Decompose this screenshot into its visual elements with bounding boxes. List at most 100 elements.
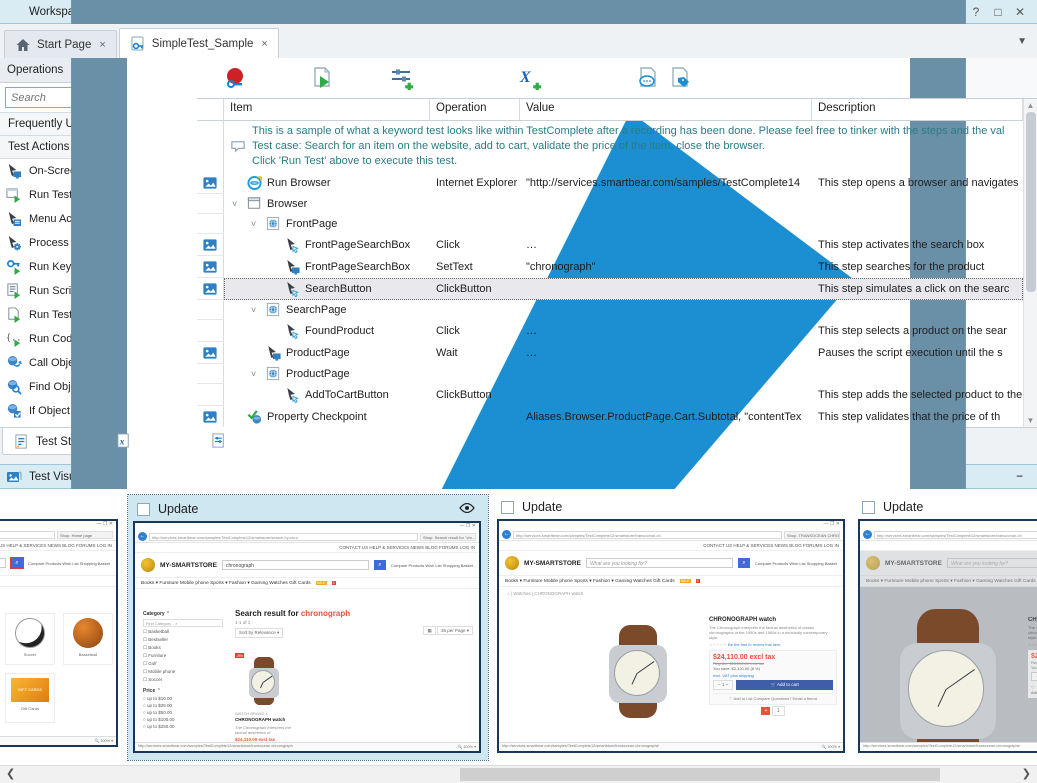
cursor-menu-icon xyxy=(6,211,22,227)
visualizer-frame-product-dimmed[interactable]: Update— ❐ ✕←http://services.smartbear.co… xyxy=(858,495,1037,757)
mini-search-button: ⌕ xyxy=(738,558,750,568)
image-icon[interactable] xyxy=(202,345,218,361)
mini-search-box: What are you looking for? xyxy=(586,558,733,568)
eye-icon[interactable] xyxy=(459,502,479,516)
svg-text:{..}: {..} xyxy=(6,332,22,342)
object-if-icon xyxy=(6,403,22,419)
chevron-down-icon[interactable]: ˅ xyxy=(251,219,261,229)
mini-product-info: CHRONOThe Chronog...chronograph...style.… xyxy=(1028,617,1037,698)
image-icon[interactable] xyxy=(202,175,218,191)
step-description: This step activates the search box xyxy=(812,239,1023,251)
step-description: This step adds the selected product to t… xyxy=(812,389,1023,401)
tab-close-icon[interactable]: × xyxy=(261,38,267,50)
update-label: Update xyxy=(158,502,198,516)
mini-search-box xyxy=(0,558,6,568)
update-checkbox[interactable] xyxy=(501,501,514,514)
mini-admin-note: ...edit this in the admin site. xyxy=(0,587,116,604)
web-page-icon xyxy=(265,366,282,382)
tab-close-icon[interactable]: × xyxy=(99,39,105,51)
mini-url: http://services.smartbear.com/samples/Te… xyxy=(149,533,418,541)
mini-status-url: http://services.smartbear.com/samples/Te… xyxy=(502,744,659,750)
mini-top-links: CONTACT US HELP & SERVICES NEWS BLOG FOR… xyxy=(135,543,479,553)
scrollbar-thumb[interactable] xyxy=(1026,112,1036,292)
visualizer-horizontal-scrollbar[interactable]: ❮ ❯ xyxy=(0,765,1037,783)
mini-search-button: ⌕ xyxy=(11,558,23,568)
visualizer-frame-product-page[interactable]: Update— ❐ ✕←http://services.smartbear.co… xyxy=(497,495,845,757)
column-operation[interactable]: Operation xyxy=(430,99,520,120)
column-value[interactable]: Value xyxy=(520,99,812,120)
cursor-monitor-icon xyxy=(6,163,22,179)
mini-product-label: Gift Cards xyxy=(6,706,54,711)
row-gutter xyxy=(197,121,224,172)
mini-url: http://services.smartbear.com/samples/Te… xyxy=(513,531,782,539)
mini-product-label: Basketball xyxy=(64,652,112,657)
mini-category-filter: Category ⌃Find Category... ⌕☐ Basketball… xyxy=(143,611,223,731)
object-method-icon xyxy=(6,355,22,371)
object-find-icon xyxy=(6,379,22,395)
comment-row[interactable]: This is a sample of what a keyword test … xyxy=(197,121,1023,172)
test-step-row-foundproduct[interactable]: FoundProductClick…This step selects a pr… xyxy=(197,320,1023,342)
scrollbar-thumb[interactable] xyxy=(460,768,940,781)
group-row-frontpage[interactable]: ˅FrontPage xyxy=(197,214,1023,234)
tab-start-page[interactable]: Start Page × xyxy=(4,30,117,58)
row-gutter xyxy=(197,342,224,364)
test-step-row-productpage[interactable]: ProductPageWait…Pauses the script execut… xyxy=(197,342,1023,364)
svg-text:x: x xyxy=(118,437,124,447)
step-item-name: SearchButton xyxy=(305,283,372,295)
store-logo-icon xyxy=(505,556,519,570)
visualizer-frame-search-results[interactable]: Update— ❐ ✕←http://services.smartbear.co… xyxy=(128,495,488,760)
ie-icon xyxy=(246,175,263,191)
tab-simpletest-sample[interactable]: SimpleTest_Sample × xyxy=(119,28,279,58)
test-step-row-property checkpoint[interactable]: Property CheckpointAliases.Browser.Produ… xyxy=(197,406,1023,427)
row-gutter xyxy=(197,406,224,427)
image-icon[interactable] xyxy=(202,237,218,253)
mini-window-controls: — ❐ ✕ xyxy=(860,521,1037,529)
update-checkbox[interactable] xyxy=(862,501,875,514)
group-row-productpage[interactable]: ˅ProductPage xyxy=(197,364,1023,384)
step-description: Pauses the script execution until the s xyxy=(812,347,1023,359)
step-description: This step simulates a click on the searc xyxy=(812,283,1023,295)
row-gutter xyxy=(197,256,224,278)
test-step-row-frontpagesearchbox[interactable]: FrontPageSearchBoxSetText"chronograph"Th… xyxy=(197,256,1023,278)
row-gutter xyxy=(197,234,224,256)
row-gutter xyxy=(197,384,224,406)
column-description[interactable]: Description xyxy=(812,99,1023,120)
cursor-click-icon xyxy=(284,387,301,403)
add-comment-icon[interactable] xyxy=(636,66,660,90)
image-icon[interactable] xyxy=(202,409,218,425)
step-description: This step searches for the product xyxy=(812,261,1023,273)
grid-vertical-scrollbar[interactable]: ▲ ▼ xyxy=(1023,99,1037,427)
step-operation: Internet Explorer xyxy=(430,177,520,189)
step-description: This step validates that the price of th xyxy=(812,411,1023,423)
mini-nav: Books ▾ Furniture Mobile phone Sports ▾ … xyxy=(499,575,843,587)
mini-url: http://services.smartbear.com/samples/Te… xyxy=(0,531,55,539)
test-step-row-addtocartbutton[interactable]: AddToCartButtonClickButtonThis step adds… xyxy=(197,384,1023,406)
step-value: Aliases.Browser.ProductPage.Cart.Subtota… xyxy=(520,411,812,423)
test-step-row-run browser[interactable]: Run BrowserInternet Explorer"http://serv… xyxy=(197,172,1023,194)
image-icon[interactable] xyxy=(202,281,218,297)
chevron-down-icon[interactable]: ˅ xyxy=(232,199,242,209)
column-item[interactable]: Item xyxy=(224,99,430,120)
add-label-icon[interactable] xyxy=(668,66,692,90)
update-checkbox[interactable] xyxy=(137,503,150,516)
scroll-up-icon[interactable]: ▲ xyxy=(1027,99,1035,112)
tab-list-dropdown-icon[interactable]: ▼ xyxy=(1017,36,1027,47)
store-logo-icon xyxy=(141,558,155,572)
image-icon[interactable] xyxy=(202,259,218,275)
cursor-click-icon xyxy=(284,323,301,339)
scroll-down-icon[interactable]: ▼ xyxy=(1027,414,1035,427)
group-row-browser[interactable]: ˅Browser xyxy=(197,194,1023,214)
browser-window-icon xyxy=(246,196,263,212)
home-icon xyxy=(15,37,31,53)
visualizer-frame-front-page[interactable]: — ❐ ✕←http://services.smartbear.com/samp… xyxy=(0,519,118,747)
test-step-row-searchbutton[interactable]: SearchButtonClickButtonThis step simulat… xyxy=(197,278,1023,300)
chevron-down-icon[interactable]: ˅ xyxy=(251,369,261,379)
test-step-row-frontpagesearchbox[interactable]: FrontPageSearchBoxClick…This step activa… xyxy=(197,234,1023,256)
scroll-left-icon[interactable]: ❮ xyxy=(6,767,15,780)
group-row-searchpage[interactable]: ˅SearchPage xyxy=(197,300,1023,320)
comment-line: Click 'Run Test' above to execute this t… xyxy=(252,154,1004,169)
window-run-icon xyxy=(6,187,22,203)
chevron-down-icon[interactable]: ˅ xyxy=(251,305,261,315)
scroll-right-icon[interactable]: ❯ xyxy=(1022,767,1031,780)
step-operation: SetText xyxy=(430,261,520,273)
